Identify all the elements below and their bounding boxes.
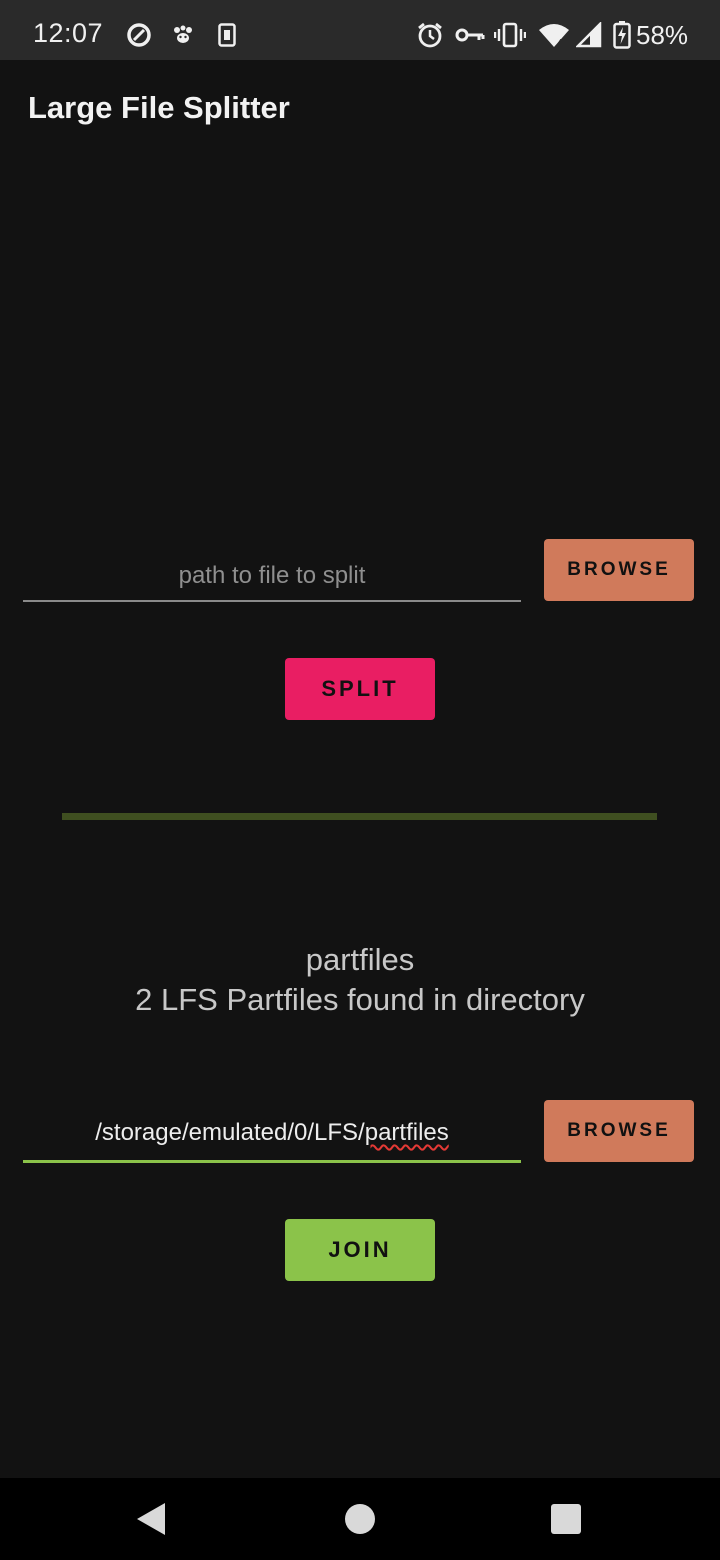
paw-icon — [170, 20, 196, 50]
svg-text:4: 4 — [557, 38, 563, 48]
join-path-input[interactable]: /storage/emulated/0/LFS/partfiles — [23, 1119, 521, 1147]
wifi-icon: 4 — [538, 20, 570, 50]
split-button[interactable]: SPLIT — [285, 658, 435, 720]
join-path-prefix: /storage/emulated/0/LFS/ — [95, 1119, 365, 1146]
navigation-bar — [0, 1478, 720, 1560]
directory-name: partfiles — [305, 942, 415, 977]
recents-icon[interactable] — [521, 1478, 611, 1560]
vpn-key-icon — [455, 20, 485, 50]
partfiles-found-text: 2 LFS Partfiles found in directory — [135, 982, 585, 1017]
alarm-icon — [416, 20, 444, 50]
join-path-field[interactable]: /storage/emulated/0/LFS/partfiles — [23, 1101, 521, 1163]
battery-charging-icon — [612, 20, 632, 50]
vibrate-icon — [494, 20, 526, 50]
join-path-underline — [23, 1160, 521, 1163]
split-path-input[interactable] — [23, 540, 521, 602]
split-path-field[interactable] — [23, 540, 521, 602]
split-path-underline — [23, 600, 521, 602]
app-title: Large File Splitter — [28, 90, 290, 125]
split-progress-bar — [62, 813, 657, 820]
home-icon[interactable] — [315, 1478, 405, 1560]
data-saver-icon — [124, 20, 154, 50]
battery-percent: 58% — [636, 20, 689, 50]
browse-split-button[interactable]: BROWSE — [544, 539, 694, 601]
sim-card-icon — [216, 20, 238, 50]
join-button[interactable]: JOIN — [285, 1219, 435, 1281]
signal-icon — [576, 20, 602, 50]
status-time: 12:07 — [33, 18, 104, 48]
status-bar: 12:07 4 58% — [0, 0, 720, 60]
browse-join-button[interactable]: BROWSE — [544, 1100, 694, 1162]
join-path-last-segment: partfiles — [364, 1119, 449, 1146]
back-icon[interactable] — [106, 1478, 196, 1560]
